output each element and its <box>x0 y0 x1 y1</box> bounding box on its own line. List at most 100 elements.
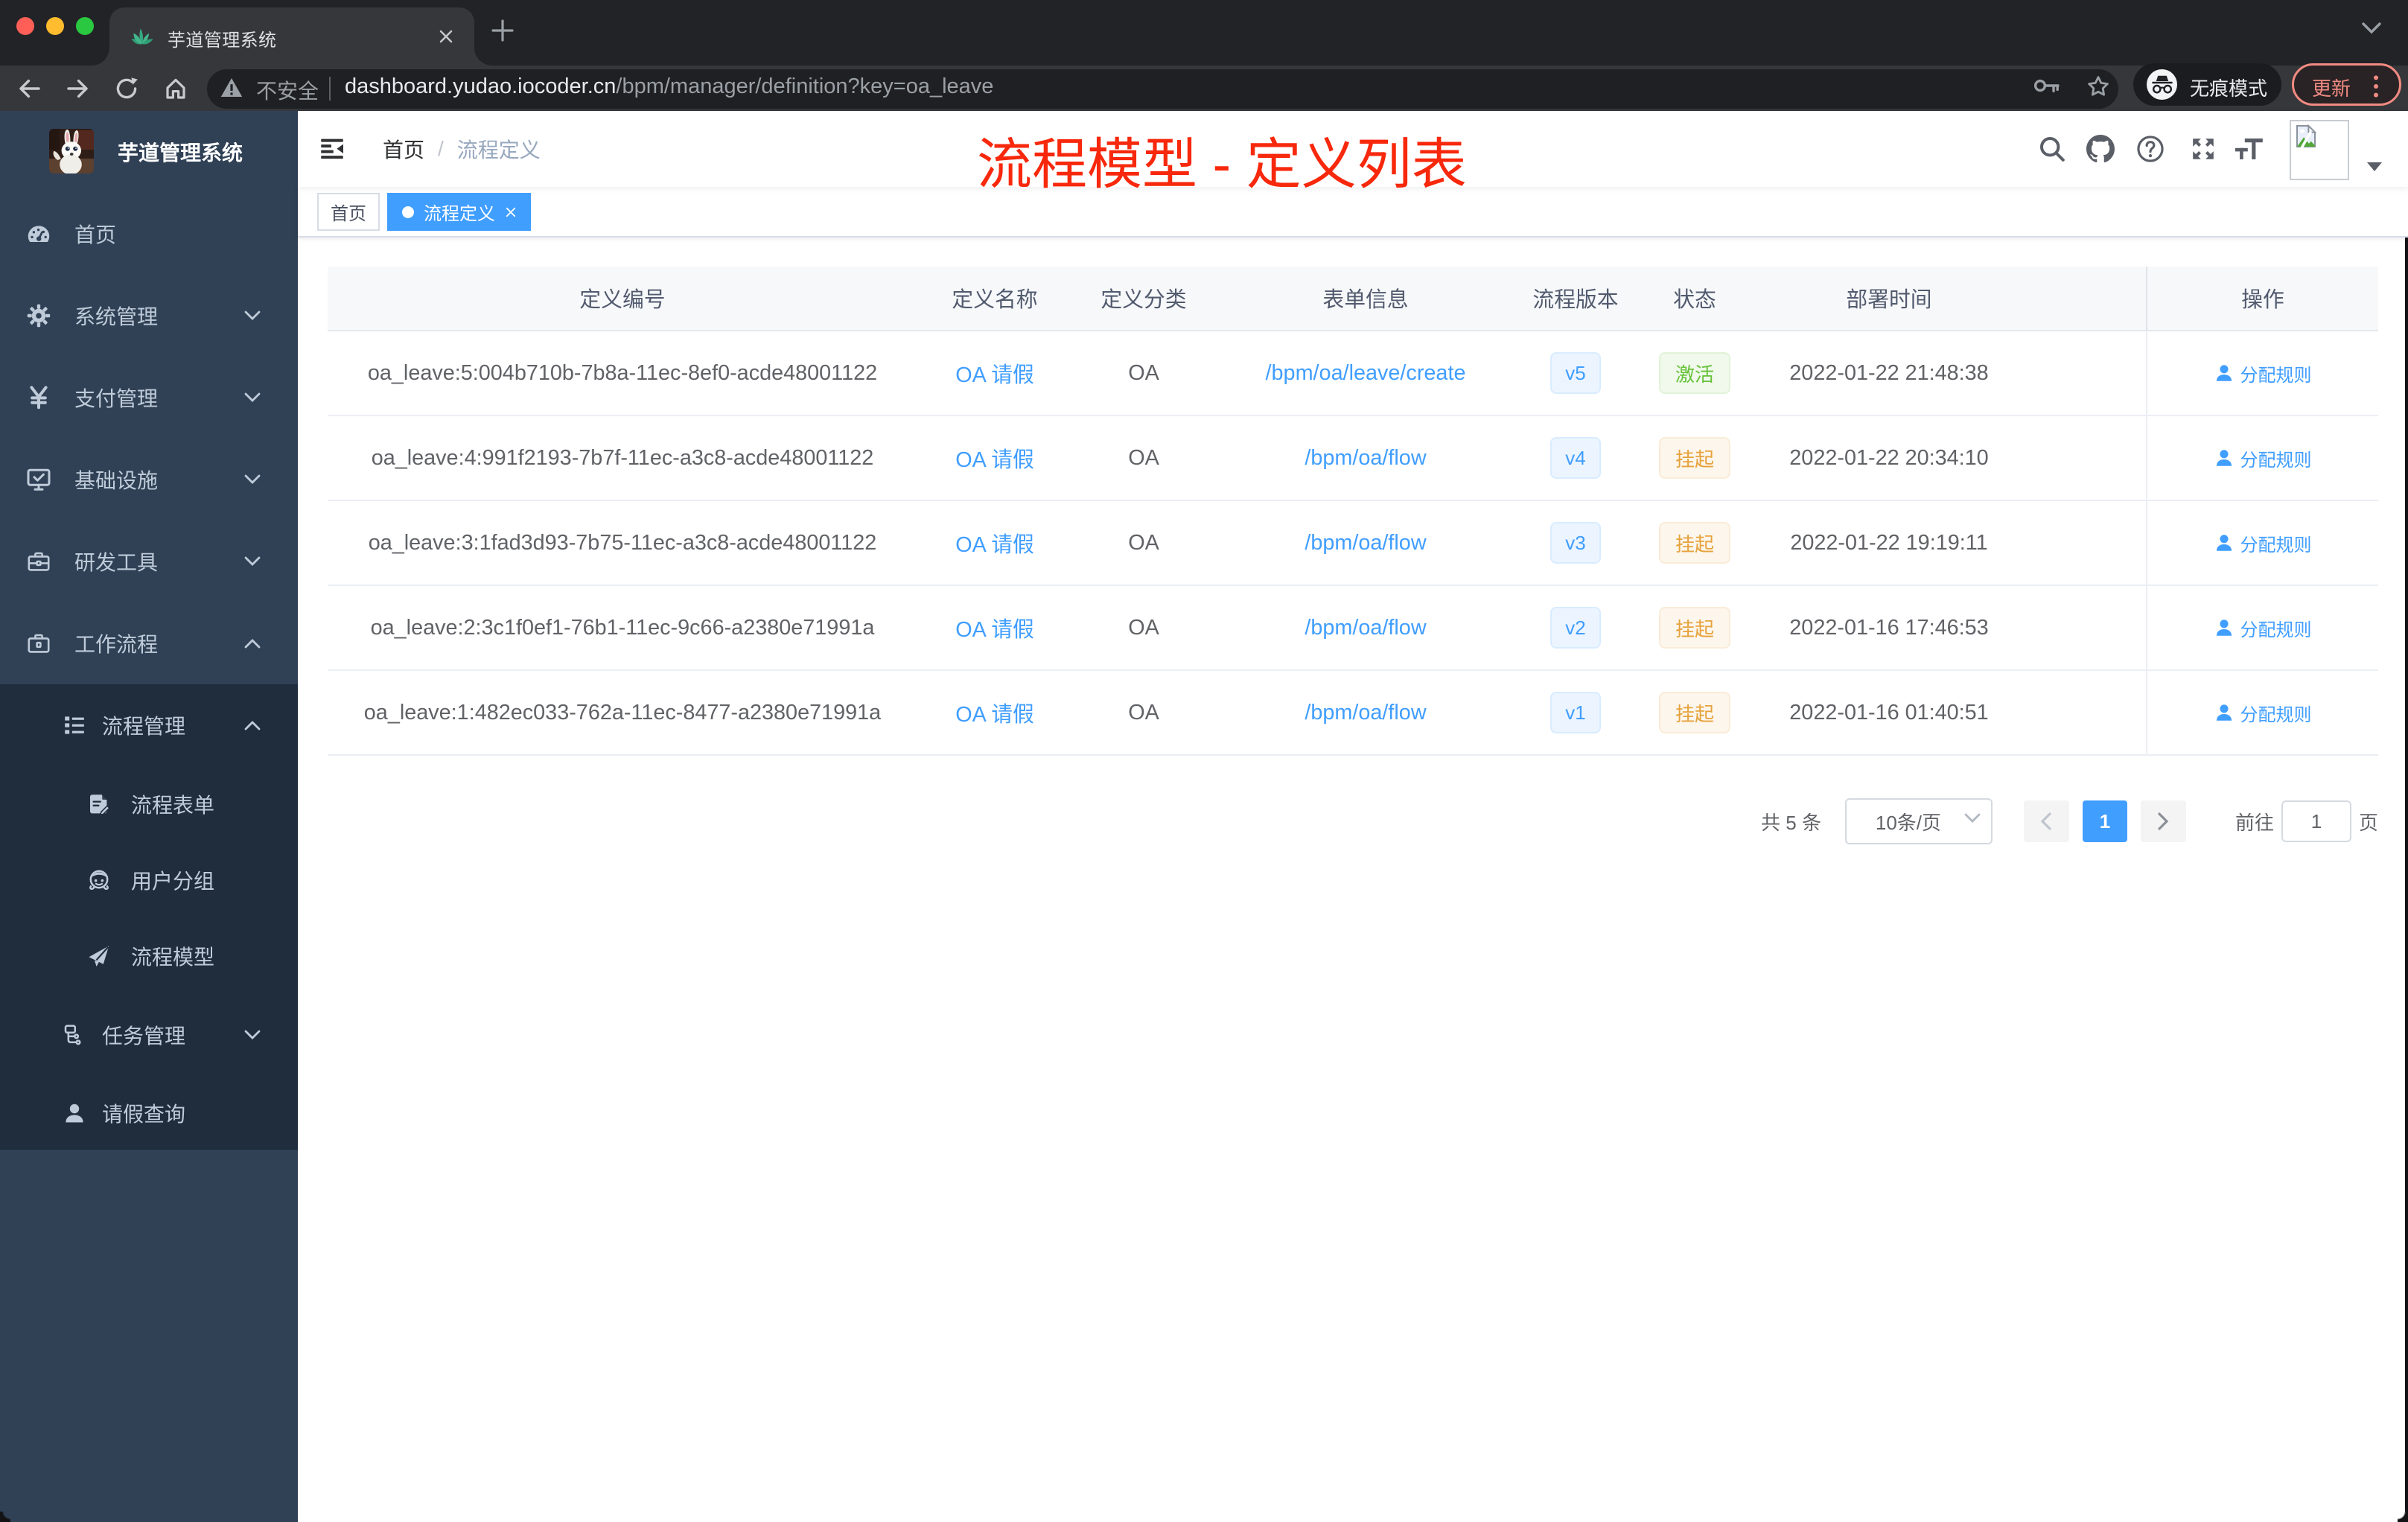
sidebar-item-process-form[interactable]: 流程表单 <box>0 766 298 842</box>
window-minimize-button[interactable] <box>46 17 64 35</box>
search-icon[interactable] <box>2028 111 2076 187</box>
cell-action: 分配规则 <box>2146 331 2378 415</box>
definition-name-link[interactable]: OA 请假 <box>955 528 1034 558</box>
tree-table-icon <box>63 713 86 737</box>
pagination-prev-button[interactable] <box>2023 800 2069 842</box>
tag-process-definition[interactable]: 流程定义 <box>387 193 531 231</box>
sidebar-item-workflow[interactable]: 工作流程 <box>0 602 298 684</box>
form-info-link[interactable]: /bpm/oa/leave/create <box>1266 361 1466 386</box>
cell-status: 激活 <box>1635 331 1754 415</box>
sidebar-item-process-mgmt[interactable]: 流程管理 <box>0 684 298 766</box>
sidebar-logo[interactable]: 芋道管理系统 <box>0 111 298 193</box>
sidebar-item-devtools[interactable]: 研发工具 <box>0 520 298 602</box>
cell-filler <box>2024 416 2146 500</box>
pagination-page-1[interactable]: 1 <box>2082 800 2127 842</box>
definition-id-text: oa_leave:2:3c1f0ef1-76b1-11ec-9c66-a2380… <box>370 615 875 640</box>
form-info-link[interactable]: /bpm/oa/flow <box>1305 531 1426 555</box>
cell-deploy-time: 2022-01-16 01:40:51 <box>1754 671 2024 754</box>
people-icon <box>87 868 111 892</box>
reload-icon[interactable] <box>106 66 147 112</box>
fullscreen-icon[interactable] <box>2179 111 2227 187</box>
definition-name-link[interactable]: OA 请假 <box>955 698 1034 728</box>
sidebar-item-task-mgmt[interactable]: 任务管理 <box>0 994 298 1076</box>
action-label: 分配规则 <box>2240 704 2312 725</box>
tag-home[interactable]: 首页 <box>317 193 380 231</box>
browser-tab[interactable]: 芋道管理系统 <box>109 7 474 66</box>
table-row: oa_leave:5:004b710b-7b8a-11ec-8ef0-acde4… <box>328 331 2378 416</box>
tag-close-icon[interactable] <box>506 207 516 217</box>
help-question-icon[interactable] <box>2127 111 2174 187</box>
not-secure-warning-icon[interactable] <box>220 77 243 98</box>
font-size-icon[interactable] <box>2225 111 2272 187</box>
sidebar-item-system[interactable]: 系统管理 <box>0 275 298 357</box>
avatar-caret-down-icon[interactable] <box>2366 162 2383 172</box>
form-info-link[interactable]: /bpm/oa/flow <box>1305 446 1426 471</box>
pagination-next-button[interactable] <box>2140 800 2186 842</box>
bookmark-star-icon[interactable] <box>2086 74 2110 98</box>
pagination-goto-label: 前往 <box>2235 811 2274 834</box>
cell-definition-category: OA <box>1072 416 1215 500</box>
form-info-link[interactable]: /bpm/oa/flow <box>1305 616 1426 640</box>
pagination-page-unit: 页 <box>2358 811 2378 834</box>
sidebar-item-home[interactable]: 首页 <box>0 193 298 275</box>
password-key-icon[interactable] <box>2034 79 2060 92</box>
assign-rule-button[interactable]: 分配规则 <box>2214 360 2312 386</box>
definition-name-link[interactable]: OA 请假 <box>955 613 1034 643</box>
home-icon[interactable] <box>155 66 197 112</box>
breadcrumb-home[interactable]: 首页 <box>383 134 424 164</box>
sidebar-item-leave-query[interactable]: 请假查询 <box>0 1076 298 1150</box>
tab-close-icon[interactable] <box>434 25 458 48</box>
cell-form-info: /bpm/oa/flow <box>1215 586 1516 669</box>
version-tag: v3 <box>1550 522 1601 564</box>
forward-icon[interactable] <box>57 66 98 112</box>
cell-definition-name: OA 请假 <box>917 586 1072 669</box>
definition-name-link[interactable]: OA 请假 <box>955 443 1034 474</box>
new-tab-button[interactable] <box>491 19 514 42</box>
window-zoom-button[interactable] <box>76 17 94 35</box>
sidebar-item-process-model[interactable]: 流程模型 <box>0 918 298 994</box>
version-tag: v5 <box>1550 352 1601 394</box>
col-header-category: 定义分类 <box>1101 288 1187 312</box>
window-close-button[interactable] <box>16 17 34 35</box>
form-icon <box>87 792 111 816</box>
github-icon[interactable] <box>2077 111 2124 187</box>
sidebar-item-payment[interactable]: 支付管理 <box>0 357 298 439</box>
tab-search-chevron-icon[interactable] <box>2362 22 2381 34</box>
select-chevron-down-icon <box>1964 813 1981 824</box>
cell-definition-id: oa_leave:5:004b710b-7b8a-11ec-8ef0-acde4… <box>328 331 917 415</box>
chevron-down-icon <box>244 1030 261 1040</box>
table-header-row: 定义编号 定义名称 定义分类 表单信息 流程版本 状态 部署时间 操作 <box>328 267 2378 331</box>
not-secure-label[interactable]: 不安全 <box>256 75 319 105</box>
back-icon[interactable] <box>9 66 51 112</box>
assign-rule-button[interactable]: 分配规则 <box>2214 445 2312 471</box>
assign-rule-button[interactable]: 分配规则 <box>2214 615 2312 641</box>
assign-rule-button[interactable]: 分配规则 <box>2214 530 2312 556</box>
sidebar-item-label: 用户分组 <box>131 870 215 893</box>
url-text[interactable]: dashboard.yudao.iocoder.cn/bpm/manager/d… <box>345 74 993 99</box>
sidebar-toggle-hamburger-icon[interactable] <box>320 137 344 161</box>
workflow-submenu: 流程管理 流程表单 用户分组 流程模型 任务管理 请假查询 <box>0 684 298 1150</box>
browser-update-button[interactable]: 更新 <box>2292 63 2401 106</box>
update-label[interactable]: 更新 <box>2312 74 2351 101</box>
page-size-select[interactable]: 10条/页 <box>1844 798 1993 844</box>
version-tag: v2 <box>1550 607 1601 649</box>
form-info-link[interactable]: /bpm/oa/flow <box>1305 701 1426 725</box>
sidebar-item-infra[interactable]: 基础设施 <box>0 439 298 520</box>
screen: 芋道管理系统 不安全 dashboard.yudao.iocoder.cn/bp… <box>0 0 2408 1522</box>
browser-menu-dots-icon[interactable] <box>2373 74 2379 98</box>
main-area: 首页 / 流程定义 首页 流程定义 定义编号 定义名称 定义分类 表单信息 流程… <box>298 111 2408 1522</box>
pagination-goto-input[interactable]: 1 <box>2281 800 2351 842</box>
tree-icon <box>63 1023 86 1047</box>
logo-rabbit-avatar <box>49 129 94 173</box>
yen-icon <box>27 386 51 410</box>
avatar[interactable] <box>2290 120 2349 180</box>
sidebar-item-user-group[interactable]: 用户分组 <box>0 842 298 918</box>
action-label: 分配规则 <box>2240 365 2312 386</box>
page-size-value: 10条/页 <box>1875 811 1942 834</box>
sidebar-item-label: 首页 <box>74 223 117 246</box>
assign-rule-button[interactable]: 分配规则 <box>2214 700 2312 726</box>
cell-filler <box>2024 331 2146 415</box>
cell-form-info: /bpm/oa/flow <box>1215 416 1516 500</box>
dashboard-icon <box>27 222 51 246</box>
definition-name-link[interactable]: OA 请假 <box>955 358 1034 389</box>
